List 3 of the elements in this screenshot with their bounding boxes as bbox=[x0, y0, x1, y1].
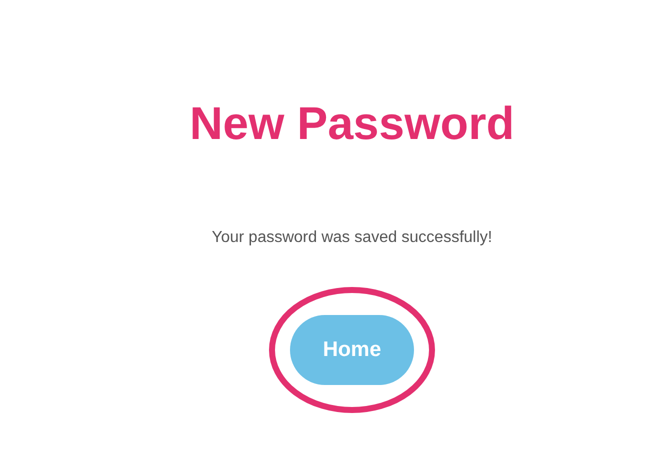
page-title: New Password bbox=[190, 100, 514, 146]
success-message: Your password was saved successfully! bbox=[212, 228, 492, 248]
home-button[interactable]: Home bbox=[290, 315, 414, 385]
